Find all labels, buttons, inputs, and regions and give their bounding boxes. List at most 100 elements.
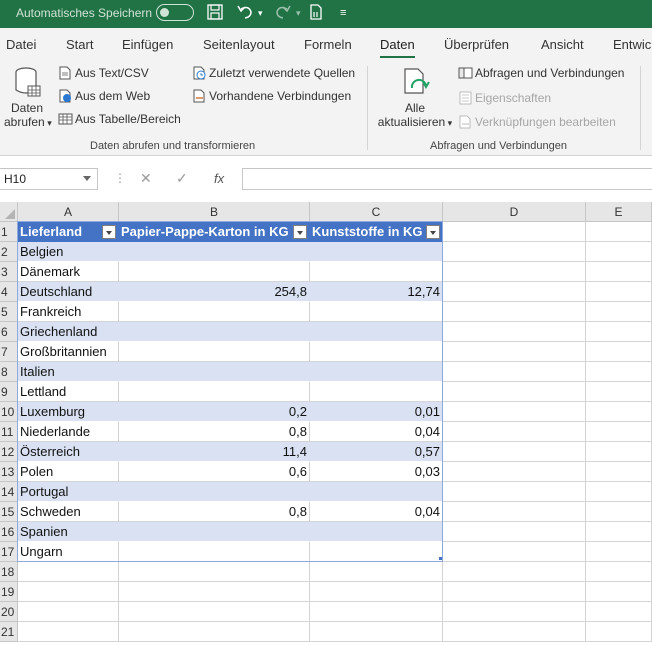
enter-icon[interactable]: ✓ [176, 170, 188, 187]
table-header-cell[interactable]: Lieferland [18, 222, 119, 242]
row-header[interactable]: 4 [0, 282, 18, 302]
row-header[interactable]: 18 [0, 562, 18, 582]
table-cell[interactable]: Schweden [18, 502, 119, 522]
row-header[interactable]: 16 [0, 522, 18, 542]
empty-cell[interactable] [586, 542, 652, 562]
table-cell[interactable]: 0,2 [119, 402, 310, 422]
empty-cell[interactable] [586, 502, 652, 522]
row-header[interactable]: 20 [0, 602, 18, 622]
table-cell[interactable]: Dänemark [18, 262, 119, 282]
select-all-corner[interactable] [0, 202, 18, 222]
redo-dropdown-icon[interactable]: ▾ [296, 3, 301, 23]
table-header-cell[interactable]: Papier-Pappe-Karton in KG [119, 222, 310, 242]
empty-cell[interactable] [586, 562, 652, 582]
column-header-b[interactable]: B [119, 202, 310, 222]
table-cell[interactable] [119, 322, 310, 342]
formula-input[interactable] [242, 168, 652, 190]
cancel-icon[interactable]: ✕ [140, 170, 152, 187]
table-resize-handle[interactable] [439, 557, 442, 560]
table-cell[interactable]: Luxemburg [18, 402, 119, 422]
table-cell[interactable]: Lettland [18, 382, 119, 402]
tab-formeln[interactable]: Formeln [304, 37, 352, 52]
empty-cell[interactable] [586, 302, 652, 322]
row-header[interactable]: 2 [0, 242, 18, 262]
empty-cell[interactable] [586, 262, 652, 282]
empty-cell[interactable] [443, 342, 586, 362]
tab-seitenlayout[interactable]: Seitenlayout [203, 37, 275, 52]
row-header[interactable]: 21 [0, 622, 18, 642]
table-header-cell[interactable]: Kunststoffe in KG [310, 222, 443, 242]
table-cell[interactable] [119, 522, 310, 542]
empty-cell[interactable] [443, 262, 586, 282]
table-cell[interactable] [119, 362, 310, 382]
queries-connections-button[interactable]: Abfragen und Verbindungen [458, 66, 624, 80]
empty-cell[interactable] [443, 222, 586, 242]
row-header[interactable]: 17 [0, 542, 18, 562]
empty-cell[interactable] [443, 602, 586, 622]
table-cell[interactable]: Österreich [18, 442, 119, 462]
name-box[interactable]: H10 [0, 168, 98, 190]
empty-cell[interactable] [586, 382, 652, 402]
table-cell[interactable]: Portugal [18, 482, 119, 502]
tab-daten[interactable]: Daten [380, 37, 415, 58]
empty-cell[interactable] [586, 342, 652, 362]
table-cell[interactable]: Deutschland [18, 282, 119, 302]
empty-cell[interactable] [18, 582, 119, 602]
row-header[interactable]: 7 [0, 342, 18, 362]
empty-cell[interactable] [586, 282, 652, 302]
table-cell[interactable]: 0,6 [119, 462, 310, 482]
row-header[interactable]: 8 [0, 362, 18, 382]
table-cell[interactable]: 254,8 [119, 282, 310, 302]
empty-cell[interactable] [310, 602, 443, 622]
empty-cell[interactable] [18, 602, 119, 622]
empty-cell[interactable] [119, 582, 310, 602]
row-header[interactable]: 5 [0, 302, 18, 322]
empty-cell[interactable] [18, 562, 119, 582]
empty-cell[interactable] [443, 282, 586, 302]
row-header[interactable]: 6 [0, 322, 18, 342]
undo-dropdown-icon[interactable]: ▾ [258, 3, 263, 23]
empty-cell[interactable] [310, 562, 443, 582]
table-cell[interactable]: Ungarn [18, 542, 119, 562]
empty-cell[interactable] [443, 302, 586, 322]
empty-cell[interactable] [586, 622, 652, 642]
tab-einfuegen[interactable]: Einfügen [122, 37, 173, 52]
table-cell[interactable]: Frankreich [18, 302, 119, 322]
table-cell[interactable] [119, 482, 310, 502]
empty-cell[interactable] [119, 622, 310, 642]
table-cell[interactable]: 12,74 [310, 282, 443, 302]
table-cell[interactable]: 0,03 [310, 462, 443, 482]
chevron-down-icon[interactable] [83, 176, 91, 181]
row-header[interactable]: 14 [0, 482, 18, 502]
empty-cell[interactable] [586, 322, 652, 342]
table-cell[interactable] [119, 382, 310, 402]
tab-start[interactable]: Start [66, 37, 93, 52]
table-cell[interactable] [119, 342, 310, 362]
empty-cell[interactable] [586, 442, 652, 462]
empty-cell[interactable] [586, 422, 652, 442]
row-header[interactable]: 1 [0, 222, 18, 242]
column-header-d[interactable]: D [443, 202, 586, 222]
table-cell[interactable]: 0,01 [310, 402, 443, 422]
save-icon[interactable] [206, 3, 224, 23]
undo-icon[interactable] [236, 3, 256, 23]
edit-links-button[interactable]: Verknüpfungen bearbeiten [458, 115, 616, 129]
from-web-button[interactable]: Aus dem Web [58, 89, 150, 103]
filter-dropdown-icon[interactable] [102, 225, 116, 239]
table-cell[interactable] [310, 262, 443, 282]
empty-cell[interactable] [119, 602, 310, 622]
insert-function-icon[interactable]: fx [214, 171, 224, 186]
empty-cell[interactable] [443, 362, 586, 382]
refresh-all-button[interactable]: Alle aktualisieren ▾ [376, 66, 454, 136]
empty-cell[interactable] [443, 462, 586, 482]
redo-icon[interactable] [272, 3, 292, 23]
empty-cell[interactable] [119, 562, 310, 582]
table-cell[interactable]: Niederlande [18, 422, 119, 442]
column-header-e[interactable]: E [586, 202, 652, 222]
table-cell[interactable]: 11,4 [119, 442, 310, 462]
empty-cell[interactable] [586, 522, 652, 542]
table-cell[interactable] [310, 302, 443, 322]
row-header[interactable]: 13 [0, 462, 18, 482]
empty-cell[interactable] [443, 402, 586, 422]
row-header[interactable]: 9 [0, 382, 18, 402]
